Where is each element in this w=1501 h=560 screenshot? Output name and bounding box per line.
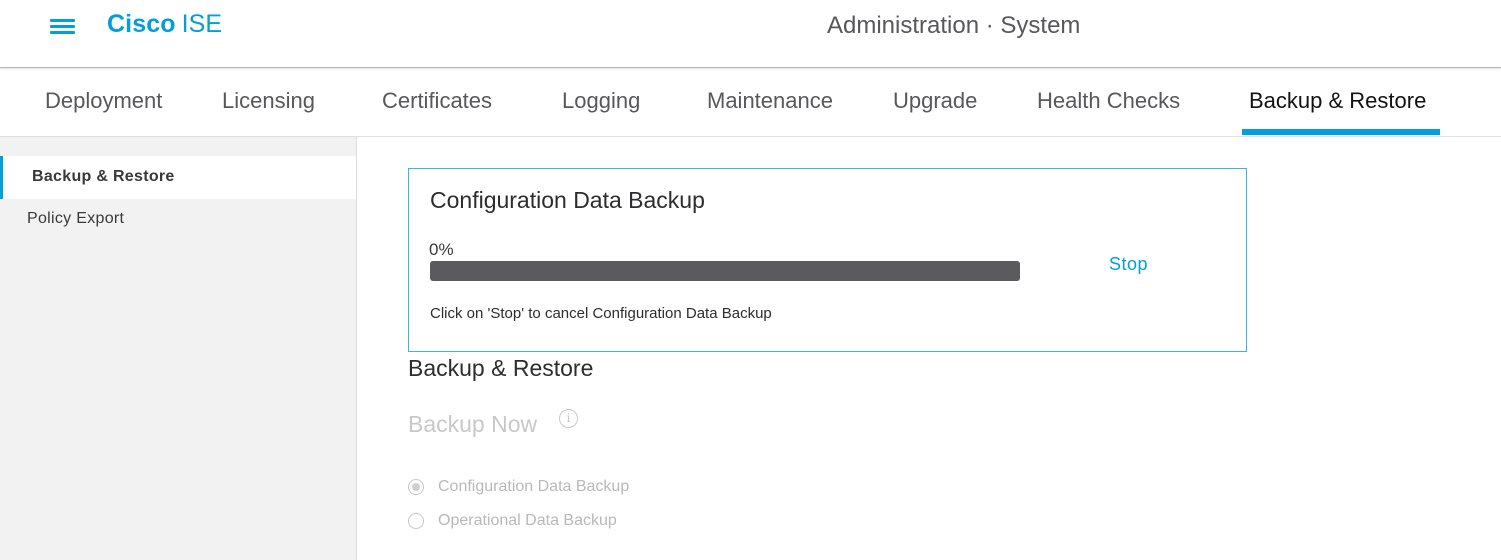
progress-bar: [430, 261, 1020, 281]
tab-licensing[interactable]: Licensing: [222, 88, 315, 114]
info-icon[interactable]: i: [559, 409, 578, 428]
brand-product: ISE: [181, 10, 223, 38]
radio-button-checked[interactable]: [408, 479, 424, 495]
backup-now-title: Backup Now: [408, 411, 538, 437]
active-tab-indicator: [1242, 129, 1440, 135]
page-context-title: Administration · System: [827, 12, 1081, 39]
sidebar: Backup & Restore Policy Export: [0, 137, 357, 560]
sidebar-item-policy-export[interactable]: Policy Export: [0, 199, 356, 242]
tab-maintenance[interactable]: Maintenance: [707, 88, 833, 114]
radio-label: Configuration Data Backup: [438, 478, 630, 495]
tab-certificates[interactable]: Certificates: [382, 88, 492, 114]
panel-title: Configuration Data Backup: [430, 187, 705, 213]
stop-button[interactable]: Stop: [1109, 254, 1148, 275]
tab-deployment[interactable]: Deployment: [45, 88, 162, 114]
top-header: Cisco ISE Administration · System: [0, 0, 1501, 68]
menu-icon[interactable]: [50, 18, 75, 36]
sidebar-item-label: Backup & Restore: [32, 168, 175, 185]
tab-health-checks[interactable]: Health Checks: [1037, 88, 1180, 114]
brand-name: Cisco: [107, 10, 176, 38]
progress-percent: 0%: [429, 240, 454, 259]
sidebar-item-backup-restore[interactable]: Backup & Restore: [0, 156, 356, 199]
radio-button[interactable]: [408, 513, 424, 529]
radio-label: Operational Data Backup: [438, 512, 617, 529]
section-title: Backup & Restore: [408, 355, 594, 381]
app-logo[interactable]: Cisco ISE: [107, 10, 222, 39]
sidebar-item-label: Policy Export: [27, 210, 125, 227]
backup-progress-panel: Configuration Data Backup 0% Stop Click …: [408, 168, 1247, 352]
tab-logging[interactable]: Logging: [562, 88, 640, 114]
panel-hint-text: Click on 'Stop' to cancel Configuration …: [430, 305, 772, 322]
tab-backup-restore[interactable]: Backup & Restore: [1249, 88, 1426, 114]
tab-bar: Deployment Licensing Certificates Loggin…: [0, 69, 1501, 137]
tab-upgrade[interactable]: Upgrade: [893, 88, 977, 114]
